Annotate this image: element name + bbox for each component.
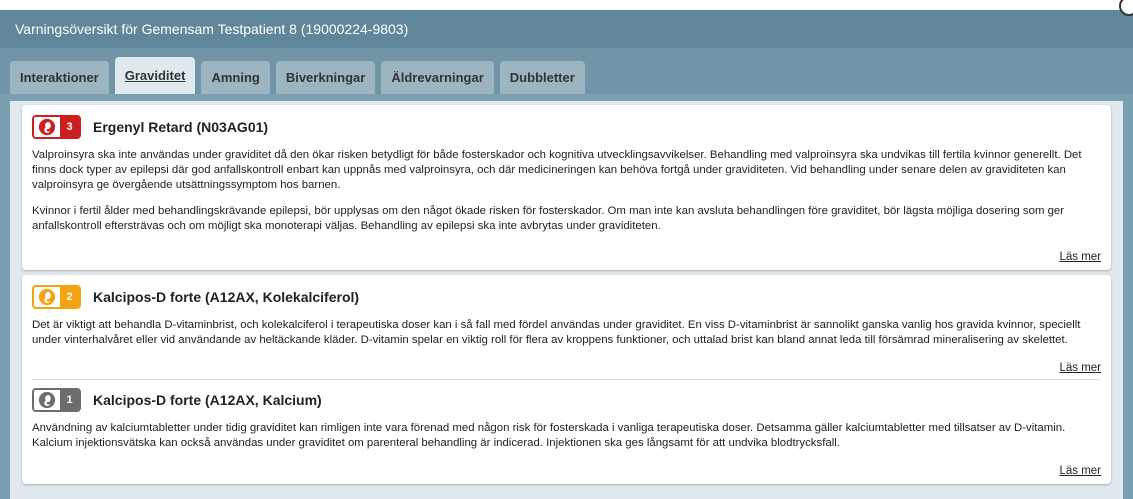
severity-badge: 2	[32, 285, 81, 309]
severity-level: 1	[60, 390, 79, 410]
pregnancy-icon	[34, 287, 60, 307]
tab-interaktioner[interactable]: Interaktioner	[10, 61, 109, 94]
severity-level: 2	[60, 287, 79, 307]
tab-graviditet[interactable]: Graviditet	[114, 57, 196, 94]
warning-header: 2 Kalcipos-D forte (A12AX, Kolekalcifero…	[32, 284, 1101, 310]
drug-name: Kalcipos-D forte (A12AX, Kolekalciferol)	[93, 289, 360, 305]
tab-amning[interactable]: Amning	[201, 61, 270, 94]
pregnancy-icon	[34, 390, 60, 410]
warning-header: 3 Ergenyl Retard (N03AG01)	[32, 114, 1101, 140]
warning-overview-window: Varningsöversikt för Gemensam Testpatien…	[0, 0, 1133, 499]
tab-bar: Interaktioner Graviditet Amning Biverkni…	[0, 48, 1133, 94]
warning-card-group: 2 Kalcipos-D forte (A12AX, Kolekalcifero…	[22, 275, 1111, 484]
warning-card: 3 Ergenyl Retard (N03AG01) Valproinsyra …	[22, 105, 1111, 270]
window-title-bar: Varningsöversikt för Gemensam Testpatien…	[0, 10, 1133, 48]
drug-name: Kalcipos-D forte (A12AX, Kalcium)	[93, 392, 322, 408]
tab-biverkningar[interactable]: Biverkningar	[275, 61, 376, 94]
warning-text: Användning av kalciumtabletter under tid…	[32, 422, 1066, 449]
warning-text: Valproinsyra ska inte användas under gra…	[32, 149, 1082, 191]
severity-level: 3	[60, 117, 79, 137]
warning-text: Det är viktigt att behandla D-vitaminbri…	[32, 319, 1081, 346]
read-more-link[interactable]: Läs mer	[1059, 251, 1101, 263]
window-title: Varningsöversikt för Gemensam Testpatien…	[15, 21, 409, 37]
read-more-link[interactable]: Läs mer	[1059, 362, 1101, 374]
read-more-link[interactable]: Läs mer	[1059, 465, 1101, 477]
tab-aldrevarningar[interactable]: Äldrevarningar	[381, 61, 494, 94]
tab-content-panel: 3 Ergenyl Retard (N03AG01) Valproinsyra …	[10, 101, 1123, 499]
divider	[32, 379, 1101, 380]
warning-text: Kvinnor i fertil ålder med behandlingskr…	[32, 205, 1065, 232]
warning-header: 1 Kalcipos-D forte (A12AX, Kalcium)	[32, 387, 1101, 413]
tab-dubbletter[interactable]: Dubbletter	[499, 61, 585, 94]
severity-badge: 3	[32, 115, 81, 139]
pregnancy-icon	[34, 117, 60, 137]
severity-badge: 1	[32, 388, 81, 412]
drug-name: Ergenyl Retard (N03AG01)	[93, 119, 269, 135]
